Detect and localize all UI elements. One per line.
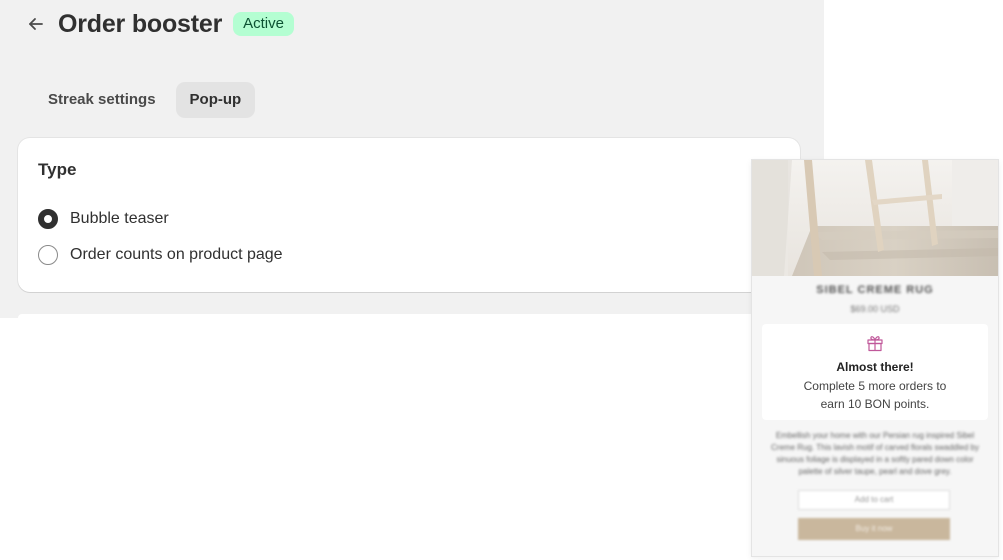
product-price: $69.00 USD [850, 304, 900, 314]
radio-button-checked[interactable] [38, 209, 58, 229]
back-button[interactable] [24, 12, 48, 36]
status-badge: Active [233, 12, 294, 36]
product-image [752, 160, 998, 276]
next-card-edge [18, 314, 800, 318]
gift-icon [867, 336, 883, 352]
tab-pop-up[interactable]: Pop-up [175, 82, 256, 118]
buy-now-button[interactable]: Buy it now [798, 518, 950, 540]
popup-heading: Almost there! [836, 360, 914, 374]
type-card: Type Bubble teaser Order counts on produ… [18, 138, 800, 292]
page-header: Order booster Active [24, 8, 294, 40]
radio-button-unchecked[interactable] [38, 245, 58, 265]
radio-option-order-counts[interactable]: Order counts on product page [38, 245, 283, 265]
popup-preview: SIBEL CREME RUG $69.00 USD Almost there!… [751, 159, 999, 557]
product-description: Embellish your home with our Persian rug… [771, 431, 979, 476]
arrow-left-icon [29, 18, 43, 30]
product-name: SIBEL CREME RUG [816, 284, 934, 296]
card-title: Type [38, 160, 77, 179]
page-title: Order booster [58, 9, 223, 38]
add-to-cart-field[interactable]: Add to cart [798, 490, 950, 510]
radio-option-bubble-teaser[interactable]: Bubble teaser [38, 209, 169, 229]
tab-streak-settings[interactable]: Streak settings [34, 82, 170, 118]
admin-canvas: Order booster Active Streak settings Pop… [0, 0, 824, 318]
tabs: Streak settings Pop-up [34, 82, 256, 118]
bubble-teaser-popup[interactable]: Almost there! Complete 5 more orders to … [762, 324, 988, 420]
radio-label: Bubble teaser [70, 210, 169, 227]
radio-label: Order counts on product page [70, 246, 283, 263]
popup-message-line-1: Complete 5 more orders to [803, 379, 947, 393]
popup-message-line-2: earn 10 BON points. [820, 397, 930, 411]
